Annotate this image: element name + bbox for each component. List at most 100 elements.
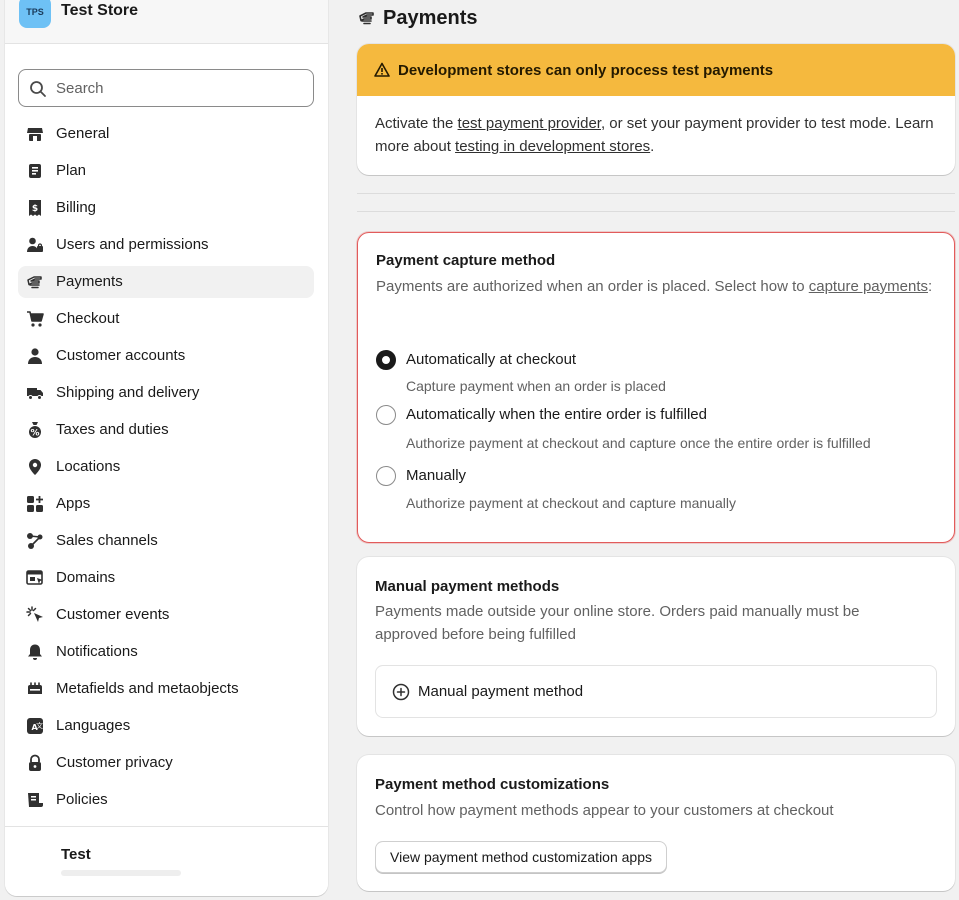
- sidebar-item-locations[interactable]: Locations: [18, 451, 314, 483]
- settings-nav: General Plan $ Billing Users and permiss…: [18, 118, 314, 821]
- plus-circle-icon: [392, 683, 410, 701]
- radio-button-selected[interactable]: [376, 350, 396, 370]
- payment-capture-card: Payment capture method Payments are auth…: [357, 232, 955, 543]
- search-icon: [30, 81, 46, 97]
- capture-title: Payment capture method: [376, 252, 556, 269]
- page-title-text: Payments: [383, 6, 478, 29]
- store-header[interactable]: TPS Test Store: [5, 0, 328, 44]
- sidebar-item-metafields[interactable]: Metafields and metaobjects: [18, 673, 314, 705]
- option-help: Capture payment when an order is placed: [406, 378, 666, 394]
- dev-store-banner: Development stores can only process test…: [357, 44, 955, 175]
- sidebar-item-label: Customer privacy: [56, 754, 173, 771]
- option-help: Authorize payment at checkout and captur…: [406, 495, 736, 511]
- footer-user-email-redacted: [61, 870, 181, 876]
- payments-icon: [359, 12, 374, 25]
- sidebar-item-checkout[interactable]: Checkout: [18, 303, 314, 335]
- sidebar-item-customer-accounts[interactable]: Customer accounts: [18, 340, 314, 372]
- test-payment-provider-link[interactable]: test payment provider: [458, 115, 601, 132]
- channels-icon: [26, 532, 44, 550]
- domains-icon: [26, 569, 44, 587]
- sidebar-item-customer-privacy[interactable]: Customer privacy: [18, 747, 314, 779]
- sidebar-item-label: Metafields and metaobjects: [56, 680, 239, 697]
- sidebar-item-notifications[interactable]: Notifications: [18, 636, 314, 668]
- sidebar-item-label: Customer accounts: [56, 347, 186, 364]
- sidebar-item-label: Notifications: [56, 643, 138, 660]
- svg-text:文: 文: [36, 721, 43, 730]
- sidebar-item-label: Apps: [56, 495, 91, 512]
- option-help: Authorize payment at checkout and captur…: [406, 435, 871, 451]
- divider: [357, 193, 955, 194]
- capture-payments-link[interactable]: capture payments: [809, 278, 928, 295]
- search-input[interactable]: [56, 78, 296, 98]
- custom-title: Payment method customizations: [375, 776, 610, 793]
- sidebar-item-label: Policies: [56, 791, 108, 808]
- svg-text:%: %: [30, 429, 39, 439]
- sidebar-item-label: Plan: [56, 162, 87, 179]
- sidebar-item-users[interactable]: Users and permissions: [18, 229, 314, 261]
- sidebar-item-taxes[interactable]: % Taxes and duties: [18, 414, 314, 446]
- search-box[interactable]: [18, 69, 314, 107]
- sidebar-item-plan[interactable]: Plan: [18, 155, 314, 187]
- sidebar-item-label: Checkout: [56, 310, 120, 327]
- sidebar-item-languages[interactable]: A文 Languages: [18, 710, 314, 742]
- cursor-icon: [26, 606, 44, 624]
- billing-icon: $: [26, 199, 44, 217]
- sidebar-item-label: Customer events: [56, 606, 170, 623]
- radio-button[interactable]: [376, 405, 396, 425]
- tax-icon: %: [26, 421, 44, 439]
- sidebar-item-label: Users and permissions: [56, 236, 209, 253]
- person-icon: [26, 347, 44, 365]
- capture-description: Payments are authorized when an order is…: [376, 275, 936, 298]
- banner-text-1: Activate the: [375, 115, 458, 132]
- sidebar-item-domains[interactable]: Domains: [18, 562, 314, 594]
- custom-description: Control how payment methods appear to yo…: [375, 802, 834, 819]
- option-label: Automatically when the entire order is f…: [406, 406, 707, 423]
- store-name: Test Store: [61, 2, 139, 19]
- manual-payment-methods-card: Manual payment methods Payments made out…: [357, 557, 955, 736]
- sidebar-item-label: Shipping and delivery: [56, 384, 200, 401]
- sidebar-item-label: Sales channels: [56, 532, 158, 549]
- option-label: Manually: [406, 467, 467, 484]
- manual-title: Manual payment methods: [375, 578, 560, 595]
- sidebar-item-billing[interactable]: $ Billing: [18, 192, 314, 224]
- footer-user-name: Test: [61, 846, 91, 863]
- payments-icon: [26, 273, 44, 291]
- sidebar-item-label: General: [56, 125, 110, 142]
- testing-dev-stores-link[interactable]: testing in development stores: [455, 138, 650, 155]
- languages-icon: A文: [26, 717, 44, 735]
- sidebar-footer[interactable]: Test: [5, 826, 328, 896]
- sidebar-item-label: Billing: [56, 199, 97, 216]
- lock-icon: [26, 754, 44, 772]
- banner-text-3: .: [650, 138, 655, 155]
- page-title: Payments: [357, 5, 478, 31]
- sidebar-item-apps[interactable]: Apps: [18, 488, 314, 520]
- sidebar-item-label: Domains: [56, 569, 116, 586]
- payment-customizations-card: Payment method customizations Control ho…: [357, 755, 955, 891]
- policies-icon: [26, 791, 44, 809]
- sidebar-item-label: Locations: [56, 458, 121, 475]
- sidebar-item-payments[interactable]: Payments: [18, 266, 314, 298]
- view-customization-apps-button[interactable]: View payment method customization apps: [375, 841, 667, 873]
- svg-text:$: $: [32, 204, 38, 214]
- sidebar-item-sales-channels[interactable]: Sales channels: [18, 525, 314, 557]
- sidebar-item-policies[interactable]: Policies: [18, 784, 314, 816]
- option-label: Automatically at checkout: [406, 351, 577, 368]
- capture-desc-colon: :: [927, 278, 933, 295]
- sidebar-item-customer-events[interactable]: Customer events: [18, 599, 314, 631]
- plan-icon: [26, 162, 44, 180]
- cart-icon: [26, 310, 44, 328]
- store-icon: [26, 125, 44, 143]
- sidebar-item-label: Languages: [56, 717, 131, 734]
- location-icon: [26, 458, 44, 476]
- banner-body: Activate the test payment provider, or s…: [357, 96, 955, 174]
- bell-icon: [26, 643, 44, 661]
- add-manual-payment-method-button[interactable]: Manual payment method: [375, 665, 937, 718]
- capture-desc-text: Payments are authorized when an order is…: [376, 278, 809, 295]
- users-icon: [26, 236, 44, 254]
- divider: [357, 211, 955, 212]
- metafields-icon: [26, 680, 44, 698]
- radio-button[interactable]: [376, 466, 396, 486]
- sidebar-item-general[interactable]: General: [18, 118, 314, 150]
- sidebar-item-shipping[interactable]: Shipping and delivery: [18, 377, 314, 409]
- apps-icon: [26, 495, 44, 513]
